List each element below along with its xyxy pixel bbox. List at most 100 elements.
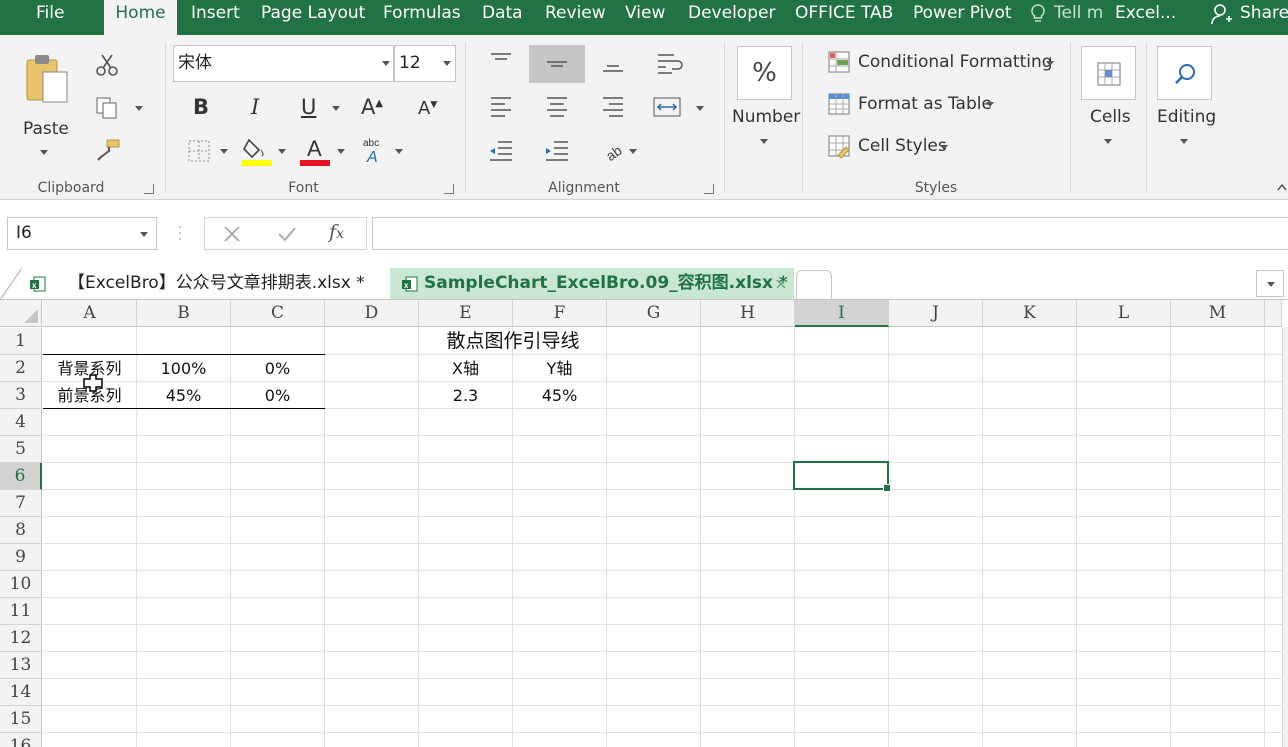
tab-excel[interactable]: Excel... [1111,0,1180,35]
cell-styles-button[interactable]: Cell Styles [858,136,947,156]
row-header-15[interactable]: 15 [0,706,42,733]
row-header-9[interactable]: 9 [0,544,42,571]
column-header-d[interactable]: D [325,300,419,327]
font-color-icon[interactable]: A [299,136,331,166]
cell-c3[interactable]: 0% [231,382,324,409]
format-painter-icon[interactable] [95,138,121,162]
tab-formulas[interactable]: Formulas [379,0,465,35]
tab-file[interactable]: File [32,0,68,35]
cell-c2[interactable]: 0% [231,355,324,382]
cell-f2[interactable]: Y轴 [513,355,606,382]
cell-styles-dropdown-icon[interactable] [940,145,948,150]
row-header-4[interactable]: 4 [0,409,42,436]
row-header-1[interactable]: 1 [0,328,42,355]
cell-f3[interactable]: 45% [513,382,606,409]
format-as-table-button[interactable]: Format as Table [858,94,992,114]
tab-view[interactable]: View [621,0,669,35]
wrap-text-icon[interactable] [656,52,684,76]
clipboard-launcher-icon[interactable] [144,184,154,194]
font-launcher-icon[interactable] [444,184,454,194]
copy-icon[interactable] [95,96,119,120]
row-header-12[interactable]: 12 [0,625,42,652]
column-header-e[interactable]: E [419,300,513,327]
align-left-icon[interactable] [489,96,513,118]
enter-check-icon[interactable] [277,225,297,243]
increase-font-icon[interactable]: A▲ [361,95,383,119]
editing-dropdown-icon[interactable] [1180,139,1188,144]
editing-button[interactable] [1157,46,1212,100]
row-header-5[interactable]: 5 [0,436,42,463]
column-header-l[interactable]: L [1077,300,1171,327]
paste-dropdown-icon[interactable] [40,150,48,155]
format-as-table-dropdown-icon[interactable] [986,102,994,107]
tab-review[interactable]: Review [541,0,610,35]
orientation-dropdown-icon[interactable] [629,149,637,154]
tell-me-input[interactable]: Tell m [1050,0,1107,35]
underline-icon[interactable]: U [301,95,316,119]
decrease-indent-icon[interactable] [488,140,514,162]
phonetic-guide-icon[interactable]: abc A [361,136,387,164]
column-header-h[interactable]: H [701,300,795,327]
borders-icon[interactable] [188,140,210,162]
italic-icon[interactable]: I [251,95,259,119]
column-header-j[interactable]: J [889,300,983,327]
new-tab-button[interactable] [796,270,832,299]
tab-list-button[interactable] [1256,270,1284,297]
cut-scissors-icon[interactable] [95,53,119,77]
borders-dropdown-icon[interactable] [220,149,228,154]
formula-input[interactable] [372,217,1288,250]
cell-b2[interactable]: 100% [137,355,230,382]
close-tab-icon[interactable] [776,279,786,289]
cell-b3[interactable]: 45% [137,382,230,409]
conditional-formatting-button[interactable]: Conditional Formatting [858,52,1053,72]
worksheet-grid[interactable]: ABCDEFGHIJKLM 1 2 3 4 5 6 7 8 9 10 11 12 13 14 15 16 散点… [0,300,1288,747]
name-box[interactable]: I6 [7,217,157,250]
row-header-3[interactable]: 3 [0,382,42,409]
row-header-7[interactable]: 7 [0,490,42,517]
tab-home[interactable]: Home [104,0,177,35]
column-header-a[interactable]: A [43,300,137,327]
row-header-10[interactable]: 10 [0,571,42,598]
column-header-c[interactable]: C [231,300,325,327]
tab-insert[interactable]: Insert [187,0,244,35]
cancel-icon[interactable] [223,225,241,243]
doc-tab-1[interactable]: x 【ExcelBro】公众号文章排期表.xlsx * [22,268,390,299]
tab-data[interactable]: Data [478,0,527,35]
cell-title[interactable]: 散点图作引导线 [419,328,607,355]
cells-button[interactable] [1081,46,1136,100]
font-size-dropdown-icon[interactable] [443,61,451,66]
selected-cell-i6[interactable] [793,461,891,492]
align-center-icon[interactable] [545,96,569,118]
increase-indent-icon[interactable] [544,140,570,162]
decrease-font-icon[interactable]: A▼ [418,98,437,119]
merge-dropdown-icon[interactable] [696,106,704,111]
alignment-launcher-icon[interactable] [704,184,714,194]
phonetic-dropdown-icon[interactable] [395,149,403,154]
name-box-dropdown-icon[interactable] [140,232,148,237]
vertical-scrollbar[interactable] [1282,327,1288,747]
doc-tab-2[interactable]: x SampleChart_ExcelBro.09_容积图.xlsx * [390,268,794,299]
conditional-formatting-dropdown-icon[interactable] [1046,61,1054,66]
column-header-g[interactable]: G [607,300,701,327]
column-header-b[interactable]: B [137,300,231,327]
select-all-corner[interactable] [0,300,42,327]
row-header-13[interactable]: 13 [0,652,42,679]
tab-office-tab[interactable]: OFFICE TAB [791,0,897,35]
align-right-icon[interactable] [601,96,625,118]
fill-color-dropdown-icon[interactable] [278,149,286,154]
merge-center-icon[interactable] [653,96,681,118]
collapse-ribbon-icon[interactable] [1276,181,1288,193]
font-name-select[interactable]: 宋体 [173,45,394,82]
row-header-8[interactable]: 8 [0,517,42,544]
row-header-11[interactable]: 11 [0,598,42,625]
column-header-k[interactable]: K [983,300,1077,327]
number-dropdown-icon[interactable] [760,139,768,144]
copy-dropdown-icon[interactable] [135,106,143,111]
tab-developer[interactable]: Developer [684,0,779,35]
paste-button[interactable] [22,52,72,104]
orientation-icon[interactable]: ab [603,139,627,163]
align-bottom-icon[interactable] [601,58,625,74]
cell-e2[interactable]: X轴 [419,355,512,382]
align-middle-button[interactable] [529,45,585,83]
font-name-dropdown-icon[interactable] [382,61,390,66]
